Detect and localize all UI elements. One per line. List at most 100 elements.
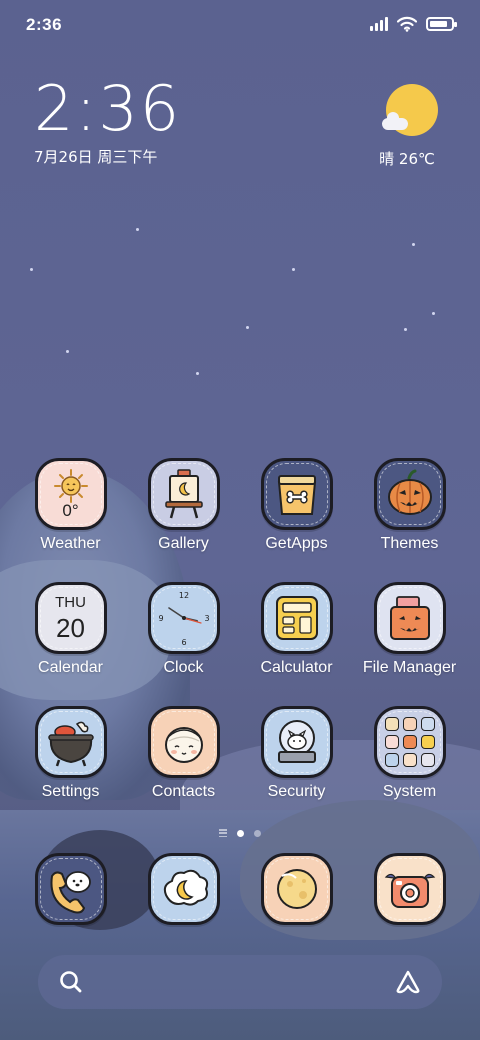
search-bar[interactable] (38, 955, 442, 1009)
dock-browser[interactable] (240, 853, 353, 925)
dock-phone[interactable] (14, 853, 127, 925)
battery-fill (430, 21, 447, 27)
app-label: Themes (380, 535, 439, 552)
star-decoration (246, 326, 249, 329)
star-decoration (432, 312, 435, 315)
cloud-shape (382, 112, 408, 130)
dock-camera[interactable] (353, 853, 466, 925)
weather-icon-temp: 0° (62, 501, 79, 520)
app-label: Calendar (38, 659, 103, 676)
wifi-icon (397, 16, 417, 32)
app-label: Calculator (260, 659, 333, 676)
mini-app-icon (402, 717, 417, 731)
assistant-icon[interactable] (394, 969, 422, 995)
mini-app-icon (384, 753, 399, 767)
app-weather[interactable]: 0° Weather (14, 458, 127, 553)
sun-cloud-icon (382, 84, 438, 136)
weather-widget[interactable]: 晴 26℃ (379, 84, 444, 169)
app-file-manager[interactable]: File Manager (353, 582, 466, 677)
star-decoration (404, 328, 407, 331)
widget-date: 7月26日 周三下午 (34, 148, 158, 166)
mini-app-icon (402, 753, 417, 767)
app-system-folder[interactable]: System (353, 706, 466, 801)
star-decoration (412, 243, 415, 246)
dog-food-icon (277, 475, 316, 515)
calendar-date: 20 (56, 613, 85, 643)
status-bar: 2:36 (0, 0, 480, 50)
easel-icon (164, 469, 203, 519)
star-decoration (136, 228, 139, 231)
app-calculator[interactable]: Calculator (240, 582, 353, 677)
weather-text: 晴 26℃ (379, 150, 435, 168)
star-decoration (292, 268, 295, 271)
app-label: Gallery (158, 535, 209, 552)
mini-app-icon (420, 735, 435, 749)
bandage-face-icon (164, 727, 203, 763)
mini-app-icon (402, 735, 417, 749)
signal-icon (370, 17, 388, 31)
status-icons (370, 16, 457, 32)
camera-icon (373, 853, 446, 925)
settings-app-icon (34, 706, 107, 778)
svg-text:6: 6 (181, 638, 186, 647)
mini-app-icon (384, 735, 399, 749)
file-manager-app-icon (373, 582, 446, 654)
page-dot (254, 829, 261, 837)
page-list-icon (219, 829, 227, 837)
app-clock[interactable]: 12 3 6 9 Clock (127, 582, 240, 677)
calendar-day: THU (55, 594, 86, 611)
clock-widget[interactable]: 2:36 7月26日 周三下午 (34, 78, 181, 167)
svg-text:3: 3 (204, 614, 209, 623)
mini-app-icon (420, 717, 435, 731)
folder-preview-grid (384, 717, 435, 767)
app-label: GetApps (265, 535, 328, 552)
app-label: Security (267, 783, 326, 800)
dock-messages[interactable] (127, 853, 240, 925)
app-grid: 0° Weather Gallery GetApps Themes THU 20… (14, 458, 466, 801)
svg-text:12: 12 (178, 591, 188, 600)
app-contacts[interactable]: Contacts (127, 706, 240, 801)
cauldron-icon (47, 721, 94, 767)
app-security[interactable]: Security (240, 706, 353, 801)
moon-planet-icon (260, 853, 333, 925)
app-gallery[interactable]: Gallery (127, 458, 240, 553)
page-dot-active (237, 829, 244, 837)
star-decoration (196, 372, 199, 375)
clock-face-icon: 12 3 6 9 (158, 591, 209, 647)
status-time: 2:36 (26, 15, 63, 34)
search-icon[interactable] (58, 969, 84, 995)
themes-app-icon (373, 458, 446, 530)
moon-cloud-icon (147, 853, 220, 925)
pumpkin-bag-icon (389, 596, 430, 640)
calculator-app-icon (260, 582, 333, 654)
dog-phone-icon (34, 853, 107, 925)
snow-globe-icon (277, 720, 316, 763)
security-app-icon (260, 706, 333, 778)
sun-face-icon (53, 469, 88, 503)
weather-app-icon: 0° (34, 458, 107, 530)
star-decoration (30, 268, 33, 271)
dock (14, 853, 466, 925)
system-folder-icon (373, 706, 446, 778)
battery-icon (426, 17, 457, 31)
app-calendar[interactable]: THU 20 Calendar (14, 582, 127, 677)
app-label: System (382, 783, 437, 800)
app-label: File Manager (362, 659, 457, 676)
app-themes[interactable]: Themes (353, 458, 466, 553)
star-decoration (66, 350, 69, 353)
app-label: Contacts (151, 783, 216, 800)
moon-planet-illustration (276, 869, 317, 909)
mini-app-icon (384, 717, 399, 731)
app-label: Settings (41, 783, 100, 800)
calendar-app-icon: THU 20 (34, 582, 107, 654)
dog-phone-illustration (49, 871, 91, 914)
bat-camera-illustration (384, 873, 435, 908)
getapps-app-icon (260, 458, 333, 530)
page-indicator[interactable] (0, 829, 480, 837)
pumpkin-icon (387, 469, 432, 515)
app-getapps[interactable]: GetApps (240, 458, 353, 553)
app-settings[interactable]: Settings (14, 706, 127, 801)
calculator-icon (275, 596, 318, 640)
clock-app-icon: 12 3 6 9 (147, 582, 220, 654)
app-label: Clock (163, 659, 204, 676)
